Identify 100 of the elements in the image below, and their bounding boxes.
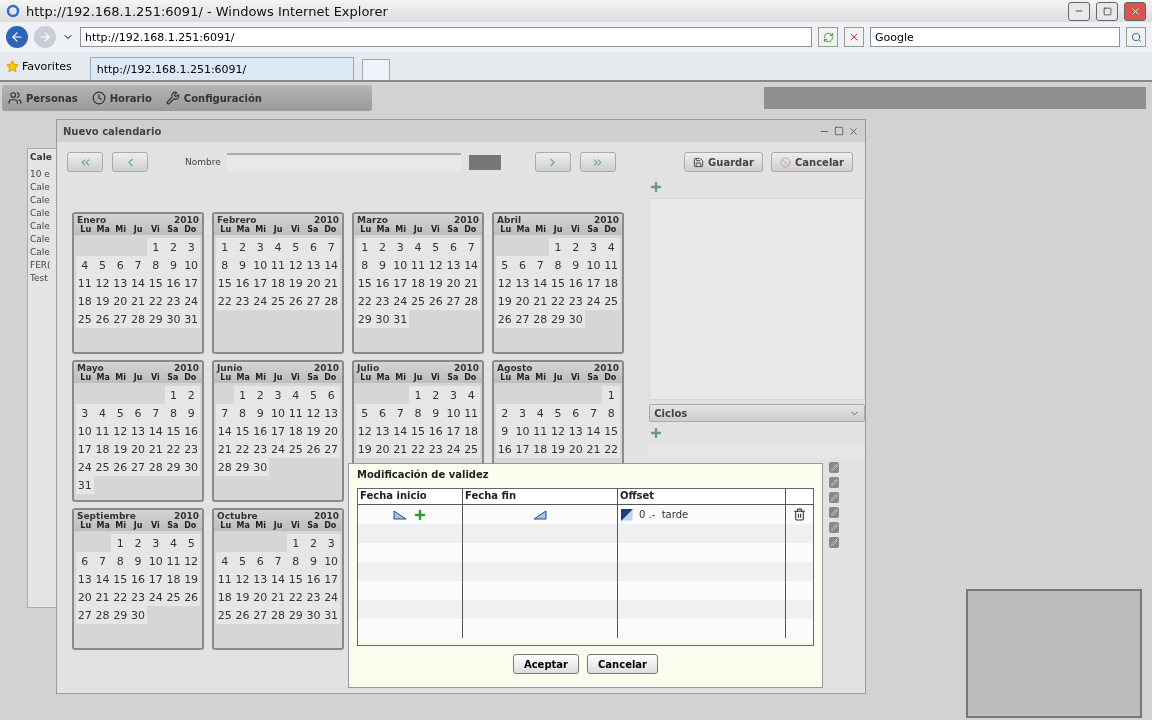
day-cell[interactable]: 16 bbox=[182, 422, 200, 440]
day-cell[interactable]: 18 bbox=[76, 292, 94, 310]
day-cell[interactable]: 14 bbox=[216, 422, 234, 440]
list-item[interactable]: Cale bbox=[30, 234, 54, 244]
previous-button[interactable] bbox=[112, 152, 148, 172]
day-cell[interactable]: 8 bbox=[111, 552, 130, 570]
day-cell[interactable]: 31 bbox=[76, 476, 94, 494]
add-icon[interactable] bbox=[413, 507, 427, 522]
favorites-button[interactable]: Favorites bbox=[6, 59, 72, 73]
day-cell[interactable]: 17 bbox=[391, 274, 410, 292]
day-cell[interactable]: 3 bbox=[322, 534, 340, 552]
list-item[interactable]: Cale bbox=[30, 221, 54, 231]
day-cell[interactable]: 27 bbox=[76, 606, 94, 624]
day-cell[interactable]: 27 bbox=[129, 458, 147, 476]
refresh-button[interactable] bbox=[818, 27, 838, 47]
day-cell[interactable]: 17 bbox=[269, 422, 287, 440]
day-cell[interactable]: 12 bbox=[111, 422, 130, 440]
day-cell[interactable]: 7 bbox=[269, 552, 287, 570]
last-button[interactable] bbox=[579, 152, 616, 172]
day-cell[interactable]: 20 bbox=[111, 292, 130, 310]
day-cell[interactable]: 6 bbox=[251, 552, 270, 570]
day-cell[interactable]: 1 bbox=[549, 238, 567, 256]
day-cell[interactable]: 28 bbox=[531, 310, 550, 328]
day-cell[interactable]: 12 bbox=[549, 422, 567, 440]
day-cell[interactable]: 16 bbox=[251, 422, 270, 440]
day-cell[interactable]: 9 bbox=[251, 404, 270, 422]
day-cell[interactable]: 31 bbox=[322, 606, 340, 624]
day-cell[interactable]: 1 bbox=[111, 534, 130, 552]
day-cell[interactable]: 3 bbox=[269, 386, 287, 404]
day-cell[interactable]: 7 bbox=[322, 238, 340, 256]
day-cell[interactable]: 4 bbox=[409, 238, 427, 256]
edit-button[interactable] bbox=[829, 537, 839, 548]
first-button[interactable] bbox=[67, 152, 103, 172]
day-cell[interactable]: 28 bbox=[462, 292, 480, 310]
day-cell[interactable]: 4 bbox=[76, 256, 94, 274]
day-cell[interactable]: 21 bbox=[269, 588, 287, 606]
day-cell[interactable]: 14 bbox=[269, 570, 287, 588]
day-cell[interactable]: 22 bbox=[356, 292, 374, 310]
day-cell[interactable]: 10 bbox=[76, 422, 94, 440]
day-cell[interactable]: 3 bbox=[251, 238, 270, 256]
close-button[interactable] bbox=[1124, 1, 1146, 21]
day-cell[interactable]: 15 bbox=[356, 274, 374, 292]
day-cell[interactable]: 25 bbox=[269, 292, 287, 310]
day-cell[interactable]: 27 bbox=[322, 440, 340, 458]
day-cell[interactable]: 21 bbox=[216, 440, 234, 458]
cancel-button[interactable]: Cancelar bbox=[587, 654, 659, 674]
day-cell[interactable]: 26 bbox=[111, 458, 130, 476]
day-cell[interactable]: 28 bbox=[129, 310, 147, 328]
day-cell[interactable]: 21 bbox=[531, 292, 550, 310]
day-cell[interactable]: 2 bbox=[251, 386, 270, 404]
day-cell[interactable]: 9 bbox=[182, 404, 200, 422]
cycles-dropdown[interactable]: Ciclos bbox=[649, 404, 865, 422]
day-cell[interactable]: 27 bbox=[111, 310, 130, 328]
day-cell[interactable]: 10 bbox=[322, 552, 340, 570]
day-cell[interactable]: 15 bbox=[549, 274, 567, 292]
day-cell[interactable]: 6 bbox=[129, 404, 147, 422]
day-cell[interactable]: 28 bbox=[269, 606, 287, 624]
day-cell[interactable]: 22 bbox=[111, 588, 130, 606]
day-cell[interactable]: 1 bbox=[602, 386, 620, 404]
day-cell[interactable]: 11 bbox=[269, 256, 287, 274]
edit-button[interactable] bbox=[829, 492, 839, 503]
day-cell[interactable]: 11 bbox=[76, 274, 94, 292]
cancel-button[interactable]: Cancelar bbox=[770, 152, 853, 172]
day-cell[interactable]: 4 bbox=[602, 238, 620, 256]
menu-item[interactable]: Configuración bbox=[165, 91, 262, 105]
day-cell[interactable]: 24 bbox=[182, 292, 200, 310]
day-cell[interactable]: 14 bbox=[462, 256, 480, 274]
day-cell[interactable]: 17 bbox=[322, 570, 340, 588]
day-cell[interactable]: 31 bbox=[182, 310, 200, 328]
edit-button[interactable] bbox=[829, 462, 839, 473]
day-cell[interactable]: 13 bbox=[76, 570, 94, 588]
day-cell[interactable]: 24 bbox=[251, 292, 270, 310]
day-cell[interactable]: 1 bbox=[409, 386, 427, 404]
delete-icon[interactable] bbox=[793, 508, 806, 521]
day-cell[interactable]: 3 bbox=[391, 238, 410, 256]
list-item[interactable]: Cale bbox=[30, 208, 54, 218]
day-cell[interactable]: 30 bbox=[129, 606, 147, 624]
day-cell[interactable]: 22 bbox=[602, 440, 620, 458]
day-cell[interactable]: 24 bbox=[76, 458, 94, 476]
day-cell[interactable]: 15 bbox=[111, 570, 130, 588]
day-cell[interactable]: 5 bbox=[111, 404, 130, 422]
day-cell[interactable]: 5 bbox=[549, 404, 567, 422]
action-button[interactable] bbox=[468, 154, 501, 170]
day-cell[interactable]: 18 bbox=[269, 274, 287, 292]
day-cell[interactable]: 14 bbox=[129, 274, 147, 292]
day-cell[interactable]: 1 bbox=[216, 238, 234, 256]
day-cell[interactable]: 17 bbox=[251, 274, 270, 292]
day-cell[interactable]: 7 bbox=[462, 238, 480, 256]
day-cell[interactable]: 28 bbox=[216, 458, 234, 476]
day-cell[interactable]: 8 bbox=[409, 404, 427, 422]
day-cell[interactable]: 7 bbox=[129, 256, 147, 274]
day-cell[interactable]: 29 bbox=[356, 310, 374, 328]
end-date-icon[interactable] bbox=[533, 509, 547, 520]
edit-button[interactable] bbox=[829, 477, 839, 488]
day-cell[interactable]: 18 bbox=[462, 422, 480, 440]
day-cell[interactable]: 19 bbox=[111, 440, 130, 458]
search-field[interactable]: Google bbox=[870, 27, 1120, 47]
day-cell[interactable]: 24 bbox=[391, 292, 410, 310]
maximize-icon[interactable] bbox=[834, 125, 844, 136]
back-button[interactable] bbox=[6, 26, 28, 48]
